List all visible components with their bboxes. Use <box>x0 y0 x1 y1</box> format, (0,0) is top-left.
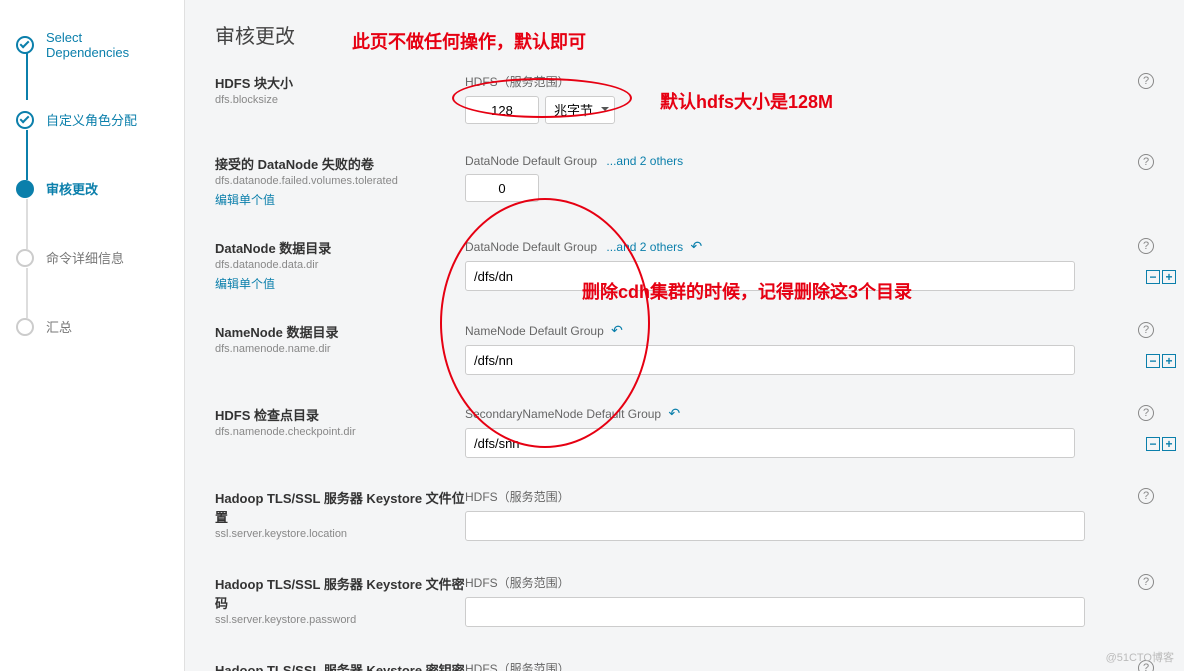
remove-icon[interactable]: − <box>1146 437 1160 451</box>
add-icon[interactable]: + <box>1162 354 1176 368</box>
config-row-namenode-dir: NameNode 数据目录 dfs.namenode.name.dir Name… <box>215 322 1154 375</box>
check-icon <box>16 111 34 129</box>
step-connector <box>26 50 28 100</box>
config-key: dfs.datanode.data.dir <box>215 259 465 271</box>
group-label: HDFS（服务范围） <box>465 660 1154 671</box>
check-icon <box>16 36 34 54</box>
help-icon[interactable]: ? <box>1138 73 1154 89</box>
undo-icon[interactable]: ↶ <box>611 322 623 338</box>
help-icon[interactable]: ? <box>1138 322 1154 338</box>
config-key: dfs.namenode.name.dir <box>215 343 465 355</box>
failed-volumes-input[interactable] <box>465 174 539 202</box>
help-icon[interactable]: ? <box>1138 154 1154 170</box>
config-row-keystore-password: Hadoop TLS/SSL 服务器 Keystore 文件密码 ssl.ser… <box>215 574 1154 630</box>
help-icon[interactable]: ? <box>1138 405 1154 421</box>
keystore-location-input[interactable] <box>465 511 1085 541</box>
config-label: HDFS 检查点目录 <box>215 405 465 424</box>
undo-icon[interactable]: ↶ <box>690 238 702 254</box>
config-label: 接受的 DataNode 失败的卷 <box>215 154 465 173</box>
datanode-dir-input[interactable] <box>465 261 1075 291</box>
step-connector <box>26 268 28 318</box>
pending-step-icon <box>16 249 34 267</box>
group-label: DataNode Default Group ...and 2 others <box>465 154 1154 168</box>
others-link[interactable]: ...and 2 others <box>606 240 683 254</box>
config-label: Hadoop TLS/SSL 服务器 Keystore 密钥密码 <box>215 660 465 671</box>
undo-icon[interactable]: ↶ <box>668 405 680 421</box>
step-label: 审核更改 <box>46 179 98 198</box>
config-key: dfs.datanode.failed.volumes.tolerated <box>215 175 465 187</box>
step-connector <box>26 199 28 249</box>
step-label: 汇总 <box>46 317 72 336</box>
watermark: @51CTO博客 <box>1106 649 1174 665</box>
blocksize-input[interactable] <box>465 96 539 124</box>
config-row-datanode-dir: DataNode 数据目录 dfs.datanode.data.dir 编辑单个… <box>215 238 1154 292</box>
group-label: NameNode Default Group ↶ <box>465 322 1154 339</box>
step-connector <box>26 130 28 180</box>
blocksize-unit-select[interactable]: 兆字节 <box>545 96 615 124</box>
config-row-failed-volumes: 接受的 DataNode 失败的卷 dfs.datanode.failed.vo… <box>215 154 1154 208</box>
step-label: 自定义角色分配 <box>46 110 137 129</box>
config-key: dfs.namenode.checkpoint.dir <box>215 426 465 438</box>
config-row-checkpoint-dir: HDFS 检查点目录 dfs.namenode.checkpoint.dir S… <box>215 405 1154 458</box>
pending-step-icon <box>16 318 34 336</box>
help-icon[interactable]: ? <box>1138 238 1154 254</box>
config-label: NameNode 数据目录 <box>215 322 465 341</box>
current-step-icon <box>16 180 34 198</box>
others-link[interactable]: ...and 2 others <box>606 154 683 168</box>
group-label: DataNode Default Group ...and 2 others ↶ <box>465 238 1154 255</box>
page-title: 审核更改 <box>215 20 1154 49</box>
config-key: ssl.server.keystore.location <box>215 528 465 540</box>
step-select-dependencies[interactable]: Select Dependencies <box>0 20 184 70</box>
group-label: HDFS（服务范围） <box>465 574 1154 591</box>
config-key: ssl.server.keystore.password <box>215 614 465 626</box>
add-icon[interactable]: + <box>1162 437 1176 451</box>
config-label: Hadoop TLS/SSL 服务器 Keystore 文件密码 <box>215 574 465 612</box>
main-content: 审核更改 HDFS 块大小 dfs.blocksize HDFS（服务范围） 兆… <box>185 0 1184 671</box>
help-icon[interactable]: ? <box>1138 488 1154 504</box>
checkpoint-dir-input[interactable] <box>465 428 1075 458</box>
config-key: dfs.blocksize <box>215 94 465 106</box>
add-icon[interactable]: + <box>1162 270 1176 284</box>
config-label: HDFS 块大小 <box>215 73 465 92</box>
step-custom-roles[interactable]: 自定义角色分配 <box>0 100 184 139</box>
config-row-keystore-location: Hadoop TLS/SSL 服务器 Keystore 文件位置 ssl.ser… <box>215 488 1154 544</box>
group-label: HDFS（服务范围） <box>465 73 1154 90</box>
config-label: Hadoop TLS/SSL 服务器 Keystore 文件位置 <box>215 488 465 526</box>
namenode-dir-input[interactable] <box>465 345 1075 375</box>
remove-icon[interactable]: − <box>1146 270 1160 284</box>
config-row-keystore-keypassword: Hadoop TLS/SSL 服务器 Keystore 密钥密码 ssl.ser… <box>215 660 1154 671</box>
group-label: HDFS（服务范围） <box>465 488 1154 505</box>
config-row-blocksize: HDFS 块大小 dfs.blocksize HDFS（服务范围） 兆字节 ? <box>215 73 1154 124</box>
edit-individual-link[interactable]: 编辑单个值 <box>215 277 275 291</box>
help-icon[interactable]: ? <box>1138 574 1154 590</box>
step-label: 命令详细信息 <box>46 248 124 267</box>
remove-icon[interactable]: − <box>1146 354 1160 368</box>
wizard-sidebar: Select Dependencies 自定义角色分配 审核更改 命令详细信息 … <box>0 0 185 671</box>
group-label: SecondaryNameNode Default Group ↶ <box>465 405 1154 422</box>
keystore-password-input[interactable] <box>465 597 1085 627</box>
config-label: DataNode 数据目录 <box>215 238 465 257</box>
edit-individual-link[interactable]: 编辑单个值 <box>215 193 275 207</box>
step-label: Select Dependencies <box>46 30 168 60</box>
